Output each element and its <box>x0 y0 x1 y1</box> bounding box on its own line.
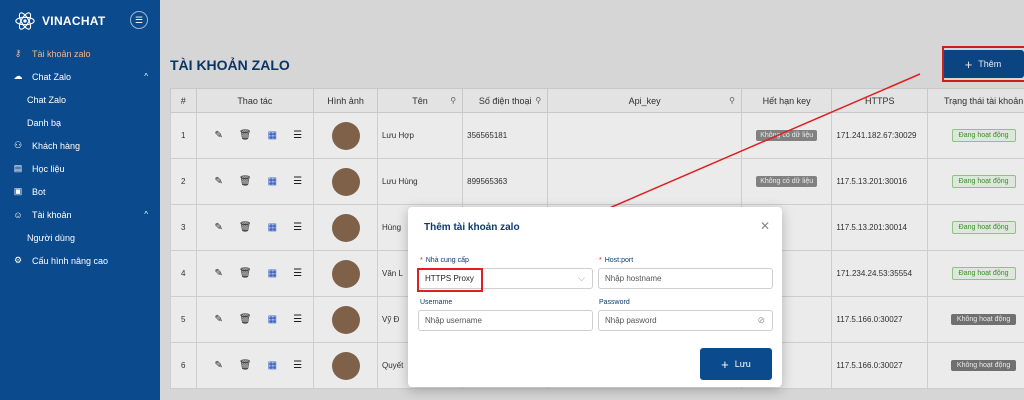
sidebar-item[interactable]: ⚷ Tài khoản zalo <box>0 42 160 65</box>
collapse-menu-button[interactable]: ☰ <box>130 11 148 29</box>
sidebar-item[interactable]: Danh bạ <box>0 111 160 134</box>
close-icon[interactable]: ✕ <box>760 219 770 233</box>
sidebar: VINACHAT ☰ ⚷ Tài khoản zalo ☁ Chat Zalo ^ Cha… <box>0 0 160 400</box>
username-label: Username <box>420 299 453 306</box>
document-icon: ▤ <box>13 163 23 173</box>
sidebar-item-label: Khách hàng <box>32 140 81 151</box>
username-input[interactable]: Nhập username <box>418 310 593 331</box>
sidebar-item[interactable]: ☺ Tài khoản ^ <box>0 203 160 226</box>
sidebar-item-label: Danh bạ <box>27 117 62 128</box>
sidebar-item-label: Tài khoản zalo <box>32 48 91 59</box>
password-input[interactable]: Nhập pasword ⊘ <box>598 310 773 331</box>
chevron-up-icon: ^ <box>144 210 148 219</box>
sidebar-item[interactable]: ☁ Chat Zalo ^ <box>0 65 160 88</box>
host-placeholder: Nhập hostname <box>605 274 662 283</box>
user-lock-icon: ⚷ <box>14 48 22 58</box>
eye-off-icon[interactable]: ⊘ <box>757 315 765 326</box>
password-label: Password <box>599 299 630 306</box>
save-button[interactable]: + Lưu <box>700 348 772 380</box>
save-button-label: Lưu <box>734 359 751 369</box>
sidebar-item[interactable]: ⚇ Khách hàng <box>0 134 160 157</box>
plus-icon: + <box>721 356 729 372</box>
gear-icon: ⚙ <box>13 255 23 265</box>
sidebar-item-label: Chat Zalo <box>32 71 72 82</box>
sidebar-item[interactable]: ▣ Bot <box>0 180 160 203</box>
bot-icon: ▣ <box>13 186 23 196</box>
sidebar-item-label: Bot <box>32 186 46 197</box>
react-logo-icon <box>15 12 35 30</box>
sidebar-item-label: Người dùng <box>27 232 75 243</box>
sidebar-item[interactable]: Chat Zalo <box>0 88 160 111</box>
sidebar-item-label: Cấu hình nâng cao <box>32 255 109 266</box>
password-placeholder: Nhập pasword <box>605 316 657 325</box>
sidebar-item-label: Chat Zalo <box>27 94 67 105</box>
chevron-down-icon: ⌵ <box>578 273 585 283</box>
sidebar-item-label: Tài khoản <box>32 209 72 220</box>
brand-name: VINACHAT <box>42 14 106 28</box>
username-placeholder: Nhập username <box>425 316 482 325</box>
users-icon: ⚇ <box>13 140 23 150</box>
sidebar-item-label: Học liệu <box>32 163 65 174</box>
sidebar-item[interactable]: ▤ Học liệu <box>0 157 160 180</box>
add-account-modal: Thêm tài khoản zalo ✕ * Nhà cung cấp HTTP… <box>408 207 782 387</box>
chat-icon: ☁ <box>13 71 23 81</box>
person-icon: ☺ <box>13 209 23 220</box>
sidebar-item[interactable]: Người dùng <box>0 226 160 249</box>
host-label: * Host:port <box>599 257 634 264</box>
provider-label: * Nhà cung cấp <box>420 257 469 264</box>
host-input[interactable]: Nhập hostname <box>598 268 773 289</box>
modal-title: Thêm tài khoản zalo <box>424 222 520 233</box>
provider-select-highlight <box>417 268 483 292</box>
chevron-up-icon: ^ <box>144 72 148 81</box>
sidebar-item[interactable]: ⚙ Cấu hình nâng cao <box>0 249 160 272</box>
sidebar-nav: ⚷ Tài khoản zalo ☁ Chat Zalo ^ Chat Zalo Danh … <box>0 42 160 272</box>
